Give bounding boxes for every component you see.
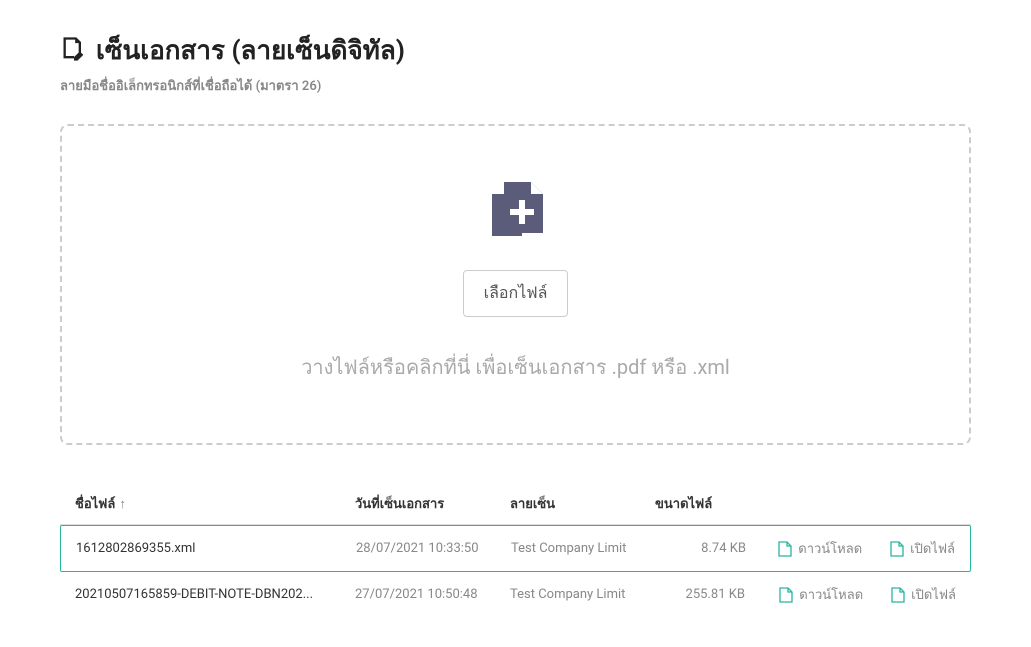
file-dropzone[interactable]: เลือกไฟล์ วางไฟล์หรือคลิกที่นี่ เพื่อเซ็…	[60, 124, 971, 445]
sort-ascending-icon: ↑	[119, 497, 126, 512]
cell-signature: Test Company Limit	[510, 587, 655, 602]
add-file-icon	[480, 176, 552, 252]
download-label: ดาวน์โหลด	[799, 584, 863, 605]
table-body: 1612802869355.xml 28/07/2021 10:33:50 Te…	[60, 525, 971, 617]
file-icon	[778, 541, 792, 557]
column-size[interactable]: ขนาดไฟล์	[655, 493, 765, 514]
cell-actions: ดาวน์โหลด เปิดไฟล์	[766, 538, 955, 559]
cell-date: 28/07/2021 10:33:50	[356, 541, 511, 556]
table-row: 1612802869355.xml 28/07/2021 10:33:50 Te…	[60, 525, 971, 572]
dropzone-hint: วางไฟล์หรือคลิกที่นี่ เพื่อเซ็นเอกสาร .p…	[301, 351, 730, 383]
column-filename[interactable]: ชื่อไฟล์↑	[75, 493, 355, 514]
open-label: เปิดไฟล์	[911, 584, 956, 605]
page-header: เซ็นเอกสาร (ลายเซ็นดิจิทัล)	[60, 30, 971, 71]
open-label: เปิดไฟล์	[910, 538, 955, 559]
file-icon	[890, 541, 904, 557]
file-table: ชื่อไฟล์↑ วันที่เซ็นเอกสาร ลายเซ็น ขนาดไ…	[60, 485, 971, 617]
page-title: เซ็นเอกสาร (ลายเซ็นดิจิทัล)	[96, 30, 405, 71]
download-button[interactable]: ดาวน์โหลด	[778, 538, 862, 559]
table-row: 20210507165859-DEBIT-NOTE-DBN202... 27/0…	[60, 572, 971, 617]
cell-actions: ดาวน์โหลด เปิดไฟล์	[765, 584, 956, 605]
cell-filename: 1612802869355.xml	[76, 541, 356, 556]
choose-file-button[interactable]: เลือกไฟล์	[463, 270, 569, 317]
open-file-button[interactable]: เปิดไฟล์	[891, 584, 956, 605]
page-subtitle: ลายมือชื่ออิเล็กทรอนิกส์ที่เชื่อถือได้ (…	[60, 75, 971, 96]
signature-icon	[60, 35, 88, 67]
cell-date: 27/07/2021 10:50:48	[355, 587, 510, 602]
cell-signature: Test Company Limit	[511, 541, 656, 556]
column-signature[interactable]: ลายเซ็น	[510, 493, 655, 514]
table-header: ชื่อไฟล์↑ วันที่เซ็นเอกสาร ลายเซ็น ขนาดไ…	[60, 485, 971, 525]
download-label: ดาวน์โหลด	[798, 538, 862, 559]
cell-size: 8.74 KB	[656, 541, 766, 556]
file-icon	[891, 587, 905, 603]
column-date[interactable]: วันที่เซ็นเอกสาร	[355, 493, 510, 514]
cell-filename: 20210507165859-DEBIT-NOTE-DBN202...	[75, 587, 355, 602]
open-file-button[interactable]: เปิดไฟล์	[890, 538, 955, 559]
file-icon	[779, 587, 793, 603]
download-button[interactable]: ดาวน์โหลด	[779, 584, 863, 605]
cell-size: 255.81 KB	[655, 587, 765, 602]
